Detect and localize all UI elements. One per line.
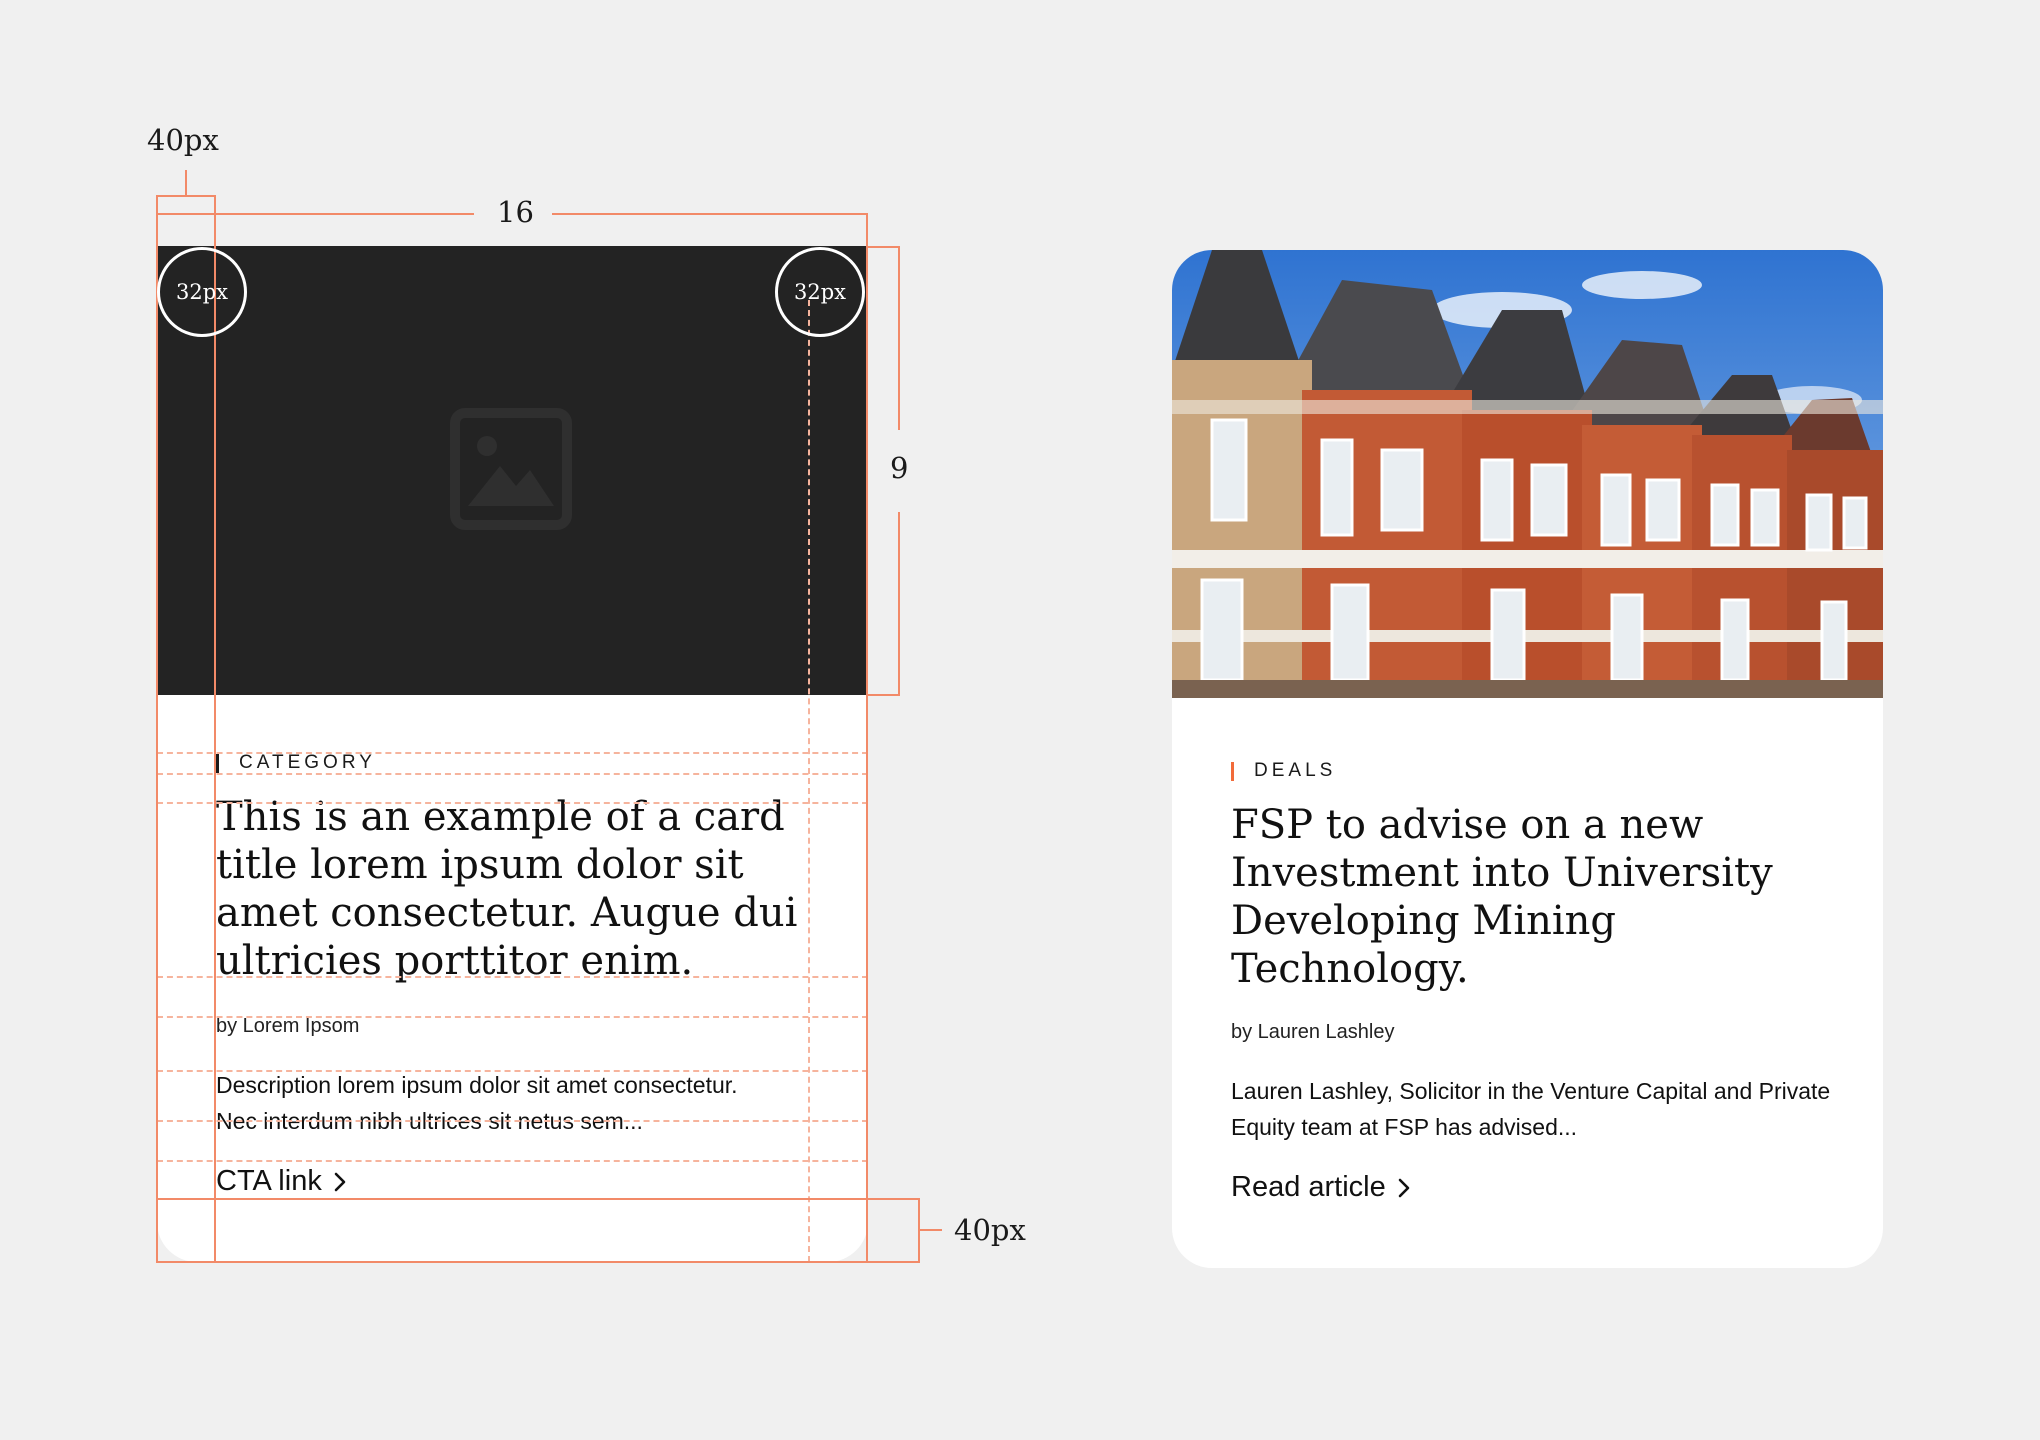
guide-line [157,802,868,804]
card-outline-right [866,213,868,1263]
padding-top-tick [185,170,187,196]
template-card: CATEGORY This is an example of a card ti… [157,246,868,1262]
height-line-lower [898,512,900,696]
card-description: Description lorem ipsum dolor sit amet c… [216,1072,738,1134]
padding-top-label: 40px [147,123,219,157]
width-line-left [156,213,474,215]
padding-bottom-label: 40px [954,1213,1026,1247]
padding-bottom-base [866,1261,920,1263]
category-text: CATEGORY [239,752,376,773]
aspect-height-label: 9 [890,451,909,485]
card-author: by Lorem Ipsom [216,1015,360,1037]
height-line-bottom [866,694,900,696]
guide-line [157,1120,868,1122]
height-line-top [866,246,900,248]
category-accent-bar [1231,761,1234,781]
guide-line [157,976,868,978]
category-label: DEALS [1231,760,1336,782]
guide-line [808,300,810,1262]
cta-label: CTA link [216,1165,322,1197]
aspect-width-label: 16 [497,195,534,229]
category-label: CATEGORY [216,752,376,774]
guide-line [157,1160,868,1162]
category-accent-bar [216,753,219,773]
article-description: Lauren Lashley, Solicitor in the Venture… [1231,1078,1831,1140]
chevron-right-icon [334,1172,346,1191]
guide-line [157,1070,868,1072]
guide-line [157,1016,868,1018]
padding-bottom-tick [918,1229,942,1231]
radius-marker-right: 32px [775,247,865,337]
width-line-right [552,213,868,215]
height-line-upper [898,246,900,430]
card-title: This is an example of a card title lorem… [216,794,798,984]
terraced-houses-photo [1172,250,1883,698]
chevron-right-icon [1398,1178,1410,1197]
card-outline-left [156,195,158,1263]
guide-line [157,752,868,754]
read-article-label: Read article [1231,1171,1386,1203]
cta-link[interactable]: CTA link [216,1165,348,1198]
article-title: FSP to advise on a new Investment into U… [1231,802,1773,992]
placeholder-image [157,246,868,695]
article-author: by Lauren Lashley [1231,1021,1395,1043]
read-article-link[interactable]: Read article [1231,1171,1412,1204]
article-card[interactable]: DEALS FSP to advise on a new Investment … [1172,250,1883,1268]
content-padding-left [214,195,216,1263]
card-outline-bottom [156,1261,868,1263]
guide-line [157,773,868,775]
image-placeholder-icon [450,408,572,530]
padding-bottom-top [156,1198,920,1200]
radius-right-label: 32px [793,280,846,304]
category-text: DEALS [1254,760,1337,781]
radius-left-label: 32px [175,280,228,304]
radius-marker-left: 32px [157,247,247,337]
